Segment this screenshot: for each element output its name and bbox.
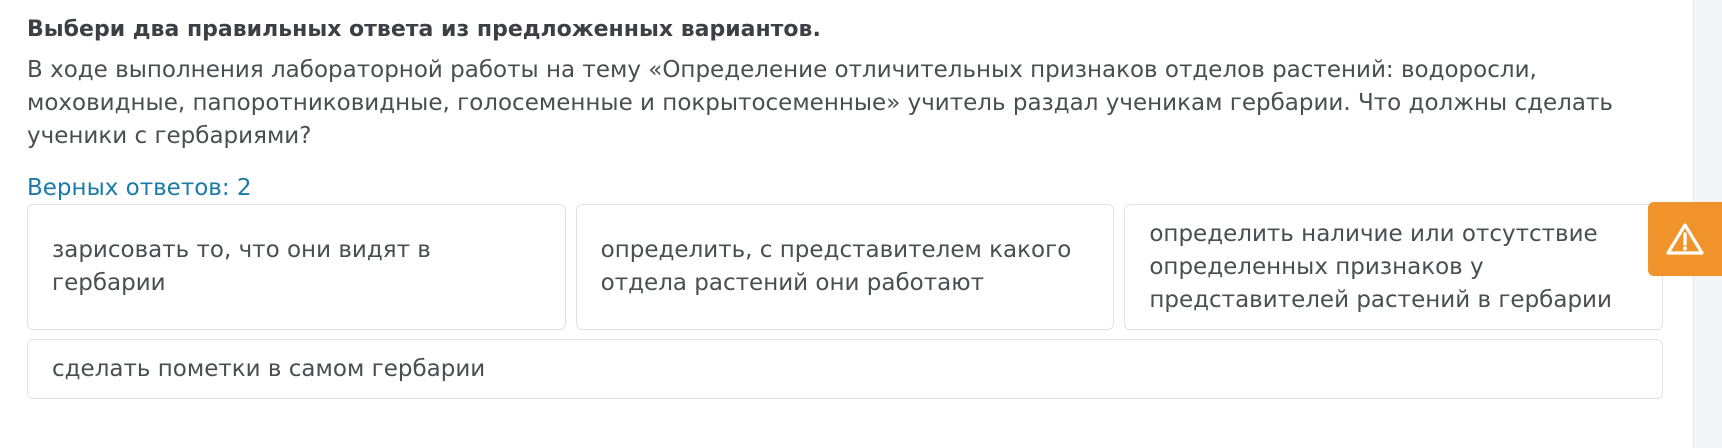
answer-option-label: сделать пометки в самом гербарии <box>52 355 486 382</box>
answer-option-3[interactable]: определить наличие или отсутствие опреде… <box>1124 204 1664 330</box>
answer-option-2[interactable]: определить, с представителем какого отде… <box>575 204 1115 330</box>
correct-answers-count: Верных ответов: 2 <box>27 175 252 201</box>
warning-icon <box>1666 223 1704 255</box>
options-row: зарисовать то, что они видят в гербарии … <box>27 204 1664 330</box>
question-text: В ходе выполнения лабораторной работы на… <box>27 57 1613 149</box>
answer-option-label: определить наличие или отсутствие опреде… <box>1149 220 1612 313</box>
answer-option-label: зарисовать то, что они видят в гербарии <box>52 237 431 296</box>
report-problem-button[interactable] <box>1648 202 1722 276</box>
answer-option-label: определить, с представителем какого отде… <box>600 237 1072 296</box>
quiz-page: Выбери два правильных ответа из предложе… <box>0 0 1722 448</box>
instruction-text: Выбери два правильных ответа из предложе… <box>27 17 821 42</box>
answer-option-4[interactable]: сделать пометки в самом гербарии <box>27 339 1663 399</box>
question-block: Выбери два правильных ответа из предложе… <box>27 10 1664 399</box>
answer-option-1[interactable]: зарисовать то, что они видят в гербарии <box>27 204 566 330</box>
